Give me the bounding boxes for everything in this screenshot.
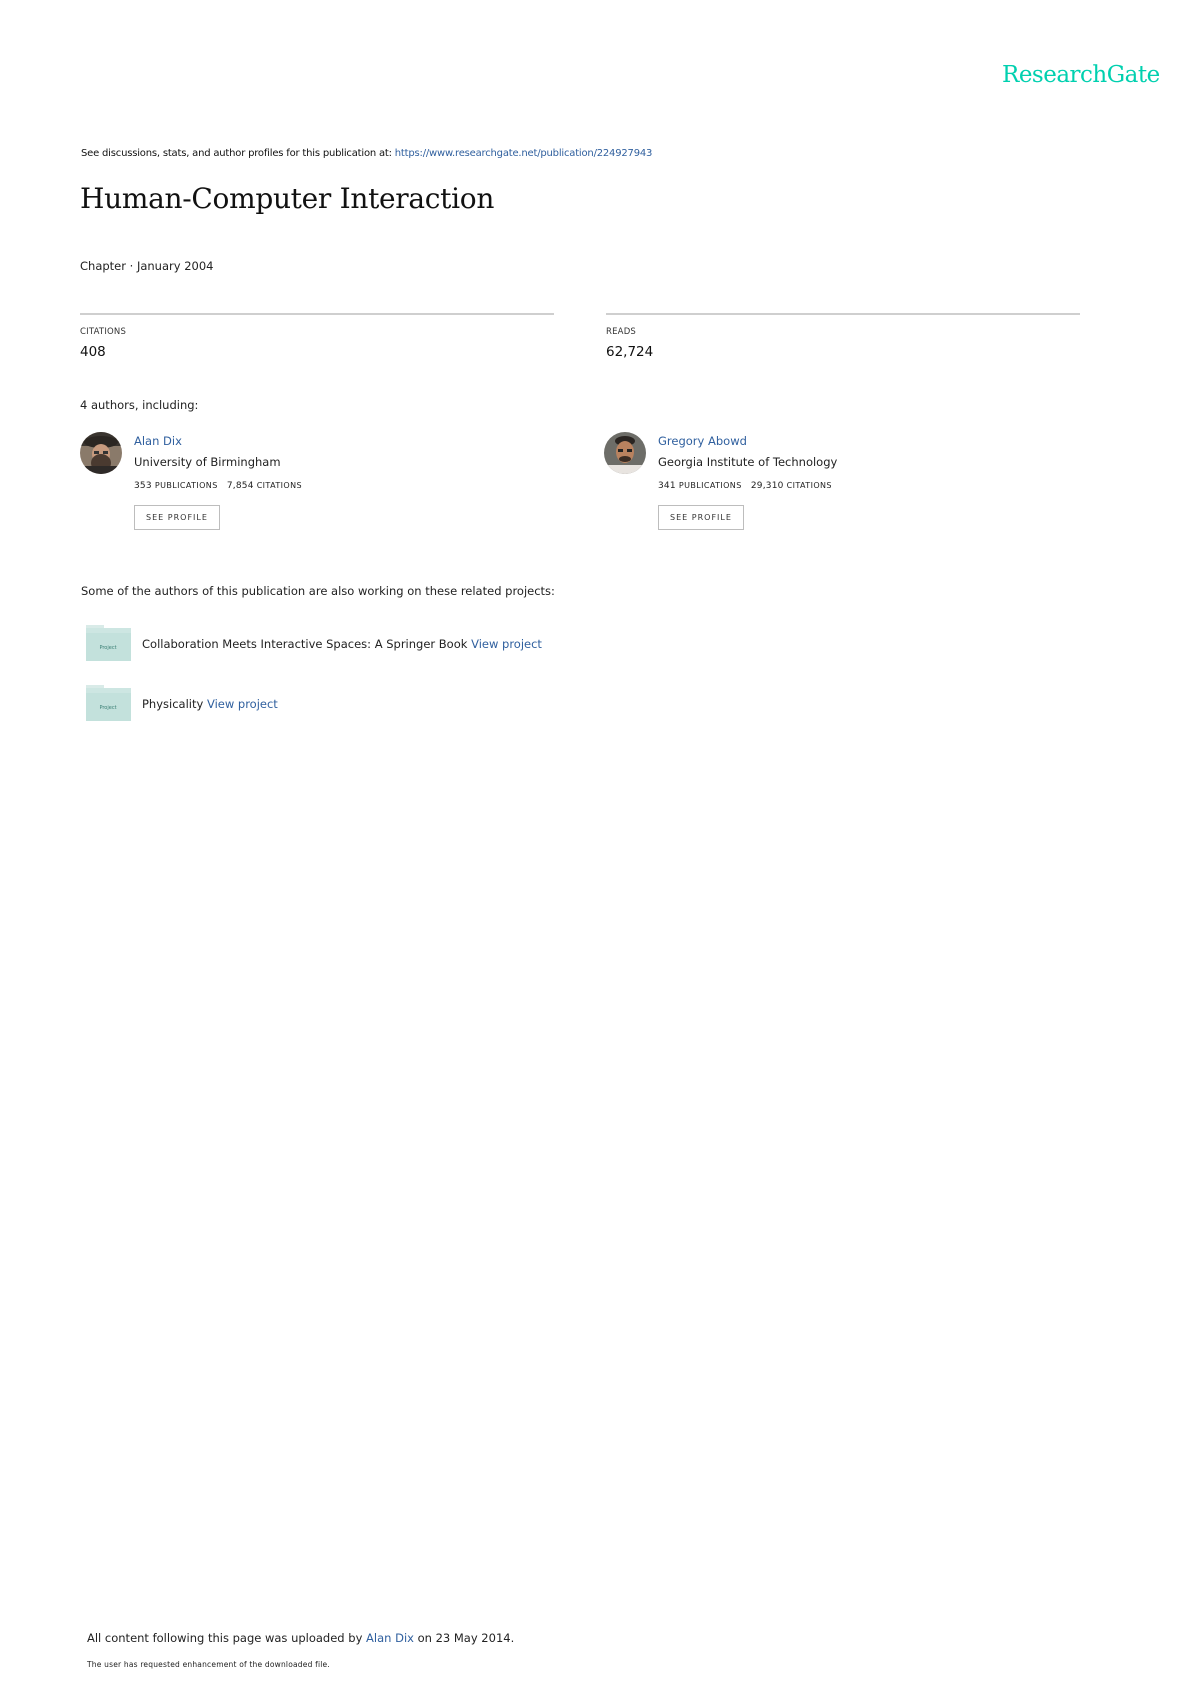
publications-count: 341 xyxy=(658,481,676,491)
upload-note: All content following this page was uplo… xyxy=(87,1631,514,1645)
enhancement-note: The user has requested enhancement of th… xyxy=(87,1660,330,1669)
citations-value: 408 xyxy=(80,344,106,360)
project-item: Physicality View project xyxy=(142,697,278,711)
author-avatar-gregory-abowd[interactable] xyxy=(604,432,646,474)
researchgate-logo[interactable]: ResearchGate xyxy=(1002,62,1160,88)
author-institution: University of Birmingham xyxy=(134,455,281,469)
project-item: Collaboration Meets Interactive Spaces: … xyxy=(142,637,542,651)
authors-heading: 4 authors, including: xyxy=(80,398,199,412)
upload-prefix: All content following this page was uplo… xyxy=(87,1631,367,1645)
publication-title: Human-Computer Interaction xyxy=(80,182,495,215)
publications-count: 353 xyxy=(134,481,152,491)
project-name: Collaboration Meets Interactive Spaces: … xyxy=(142,637,468,651)
project-name: Physicality xyxy=(142,697,204,711)
svg-text:Project: Project xyxy=(99,705,116,711)
uploader-link[interactable]: Alan Dix xyxy=(366,1631,414,1645)
reads-label: READS xyxy=(606,327,637,337)
author-name-alan-dix[interactable]: Alan Dix xyxy=(134,434,182,448)
author-stats: 353 PUBLICATIONS 7,854 CITATIONS xyxy=(134,481,302,491)
citations-count: 7,854 xyxy=(226,481,254,491)
reads-divider xyxy=(606,313,1080,315)
upload-suffix: on 23 May 2014. xyxy=(413,1631,515,1645)
see-discussions-line: See discussions, stats, and author profi… xyxy=(81,148,652,159)
project-folder-icon: Project xyxy=(86,685,131,721)
svg-text:Project: Project xyxy=(99,645,116,651)
author-avatar-alan-dix[interactable] xyxy=(80,432,122,474)
project-folder-icon: Project xyxy=(86,625,131,661)
citations-label: CITATIONS xyxy=(256,481,302,490)
citations-label: CITATIONS xyxy=(80,327,127,337)
author-institution: Georgia Institute of Technology xyxy=(658,455,838,469)
citations-count: 29,310 xyxy=(750,481,784,491)
publication-meta: Chapter · January 2004 xyxy=(80,259,214,273)
view-project-link[interactable]: View project xyxy=(207,697,278,711)
citations-divider xyxy=(80,313,554,315)
citations-label: CITATIONS xyxy=(786,481,832,490)
author-name-gregory-abowd[interactable]: Gregory Abowd xyxy=(658,434,747,448)
see-discussions-text: See discussions, stats, and author profi… xyxy=(81,148,395,159)
view-project-link[interactable]: View project xyxy=(471,637,542,651)
publications-label: PUBLICATIONS xyxy=(154,481,218,490)
publication-url-link[interactable]: https://www.researchgate.net/publication… xyxy=(395,148,653,159)
see-profile-button-alan-dix[interactable]: SEE PROFILE xyxy=(134,505,220,530)
author-stats: 341 PUBLICATIONS 29,310 CITATIONS xyxy=(658,481,832,491)
reads-value: 62,724 xyxy=(606,344,654,360)
publications-label: PUBLICATIONS xyxy=(678,481,742,490)
see-profile-button-gregory-abowd[interactable]: SEE PROFILE xyxy=(658,505,744,530)
related-projects-heading: Some of the authors of this publication … xyxy=(81,584,555,598)
